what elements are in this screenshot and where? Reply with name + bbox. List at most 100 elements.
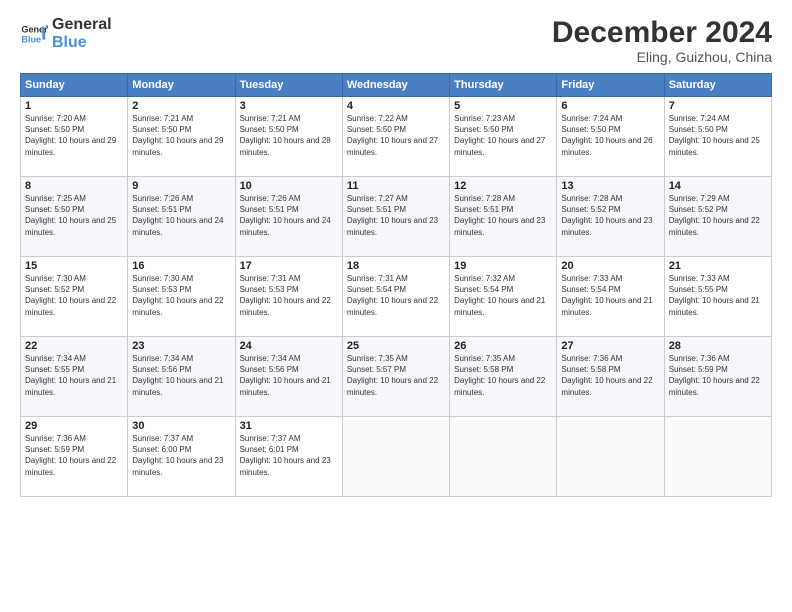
day-number: 3 [240,100,338,112]
day-detail: Sunrise: 7:36 AMSunset: 5:59 PMDaylight:… [669,353,767,398]
day-number: 19 [454,260,552,272]
day-number: 7 [669,100,767,112]
day-detail: Sunrise: 7:24 AMSunset: 5:50 PMDaylight:… [561,113,659,158]
calendar-cell: 4Sunrise: 7:22 AMSunset: 5:50 PMDaylight… [342,97,449,177]
calendar-cell: 13Sunrise: 7:28 AMSunset: 5:52 PMDayligh… [557,177,664,257]
page: General Blue General Blue December 2024 … [0,0,792,612]
day-detail: Sunrise: 7:31 AMSunset: 5:54 PMDaylight:… [347,273,445,318]
calendar-cell: 23Sunrise: 7:34 AMSunset: 5:56 PMDayligh… [128,337,235,417]
calendar-cell: 31Sunrise: 7:37 AMSunset: 6:01 PMDayligh… [235,417,342,497]
calendar-cell [664,417,771,497]
day-number: 2 [132,100,230,112]
day-detail: Sunrise: 7:36 AMSunset: 5:58 PMDaylight:… [561,353,659,398]
day-detail: Sunrise: 7:30 AMSunset: 5:53 PMDaylight:… [132,273,230,318]
day-detail: Sunrise: 7:25 AMSunset: 5:50 PMDaylight:… [25,193,123,238]
calendar-cell: 10Sunrise: 7:26 AMSunset: 5:51 PMDayligh… [235,177,342,257]
day-number: 30 [132,420,230,432]
day-number: 8 [25,180,123,192]
day-detail: Sunrise: 7:27 AMSunset: 5:51 PMDaylight:… [347,193,445,238]
day-number: 4 [347,100,445,112]
calendar-cell: 16Sunrise: 7:30 AMSunset: 5:53 PMDayligh… [128,257,235,337]
day-detail: Sunrise: 7:21 AMSunset: 5:50 PMDaylight:… [132,113,230,158]
day-number: 27 [561,340,659,352]
day-number: 13 [561,180,659,192]
calendar-cell: 22Sunrise: 7:34 AMSunset: 5:55 PMDayligh… [21,337,128,417]
day-detail: Sunrise: 7:31 AMSunset: 5:53 PMDaylight:… [240,273,338,318]
calendar-cell: 29Sunrise: 7:36 AMSunset: 5:59 PMDayligh… [21,417,128,497]
calendar-cell: 14Sunrise: 7:29 AMSunset: 5:52 PMDayligh… [664,177,771,257]
calendar-cell: 27Sunrise: 7:36 AMSunset: 5:58 PMDayligh… [557,337,664,417]
day-number: 10 [240,180,338,192]
day-number: 1 [25,100,123,112]
day-number: 14 [669,180,767,192]
day-detail: Sunrise: 7:23 AMSunset: 5:50 PMDaylight:… [454,113,552,158]
day-detail: Sunrise: 7:36 AMSunset: 5:59 PMDaylight:… [25,433,123,478]
calendar-cell: 1Sunrise: 7:20 AMSunset: 5:50 PMDaylight… [21,97,128,177]
month-title: December 2024 [552,16,772,49]
calendar-cell: 19Sunrise: 7:32 AMSunset: 5:54 PMDayligh… [450,257,557,337]
day-detail: Sunrise: 7:32 AMSunset: 5:54 PMDaylight:… [454,273,552,318]
calendar-cell: 8Sunrise: 7:25 AMSunset: 5:50 PMDaylight… [21,177,128,257]
calendar-cell: 26Sunrise: 7:35 AMSunset: 5:58 PMDayligh… [450,337,557,417]
day-number: 29 [25,420,123,432]
calendar-table: SundayMondayTuesdayWednesdayThursdayFrid… [20,73,772,497]
day-detail: Sunrise: 7:24 AMSunset: 5:50 PMDaylight:… [669,113,767,158]
day-number: 18 [347,260,445,272]
weekday-header: Sunday [21,74,128,97]
day-detail: Sunrise: 7:37 AMSunset: 6:00 PMDaylight:… [132,433,230,478]
calendar-cell: 21Sunrise: 7:33 AMSunset: 5:55 PMDayligh… [664,257,771,337]
day-detail: Sunrise: 7:33 AMSunset: 5:55 PMDaylight:… [669,273,767,318]
logo-general: General [52,16,112,34]
day-detail: Sunrise: 7:34 AMSunset: 5:55 PMDaylight:… [25,353,123,398]
day-detail: Sunrise: 7:28 AMSunset: 5:52 PMDaylight:… [561,193,659,238]
day-detail: Sunrise: 7:22 AMSunset: 5:50 PMDaylight:… [347,113,445,158]
calendar-cell [342,417,449,497]
day-detail: Sunrise: 7:34 AMSunset: 5:56 PMDaylight:… [132,353,230,398]
logo-icon: General Blue [20,20,48,48]
day-number: 28 [669,340,767,352]
weekday-header: Monday [128,74,235,97]
calendar-cell: 9Sunrise: 7:26 AMSunset: 5:51 PMDaylight… [128,177,235,257]
day-number: 15 [25,260,123,272]
day-number: 25 [347,340,445,352]
calendar-cell: 11Sunrise: 7:27 AMSunset: 5:51 PMDayligh… [342,177,449,257]
day-number: 16 [132,260,230,272]
svg-text:Blue: Blue [21,34,41,44]
day-number: 12 [454,180,552,192]
day-number: 26 [454,340,552,352]
calendar-cell: 20Sunrise: 7:33 AMSunset: 5:54 PMDayligh… [557,257,664,337]
day-detail: Sunrise: 7:37 AMSunset: 6:01 PMDaylight:… [240,433,338,478]
calendar-cell: 30Sunrise: 7:37 AMSunset: 6:00 PMDayligh… [128,417,235,497]
day-number: 6 [561,100,659,112]
logo: General Blue General Blue [20,16,112,51]
day-number: 24 [240,340,338,352]
day-number: 9 [132,180,230,192]
calendar-cell: 2Sunrise: 7:21 AMSunset: 5:50 PMDaylight… [128,97,235,177]
day-detail: Sunrise: 7:30 AMSunset: 5:52 PMDaylight:… [25,273,123,318]
day-number: 22 [25,340,123,352]
calendar-week-row: 15Sunrise: 7:30 AMSunset: 5:52 PMDayligh… [21,257,772,337]
logo-blue: Blue [52,34,112,52]
day-number: 23 [132,340,230,352]
calendar-cell [450,417,557,497]
calendar-week-row: 22Sunrise: 7:34 AMSunset: 5:55 PMDayligh… [21,337,772,417]
day-number: 11 [347,180,445,192]
calendar-cell: 3Sunrise: 7:21 AMSunset: 5:50 PMDaylight… [235,97,342,177]
calendar-header-row: SundayMondayTuesdayWednesdayThursdayFrid… [21,74,772,97]
day-detail: Sunrise: 7:34 AMSunset: 5:56 PMDaylight:… [240,353,338,398]
header: General Blue General Blue December 2024 … [20,16,772,65]
calendar-cell: 15Sunrise: 7:30 AMSunset: 5:52 PMDayligh… [21,257,128,337]
calendar-cell: 18Sunrise: 7:31 AMSunset: 5:54 PMDayligh… [342,257,449,337]
calendar-week-row: 8Sunrise: 7:25 AMSunset: 5:50 PMDaylight… [21,177,772,257]
day-detail: Sunrise: 7:26 AMSunset: 5:51 PMDaylight:… [132,193,230,238]
day-number: 31 [240,420,338,432]
day-detail: Sunrise: 7:28 AMSunset: 5:51 PMDaylight:… [454,193,552,238]
day-detail: Sunrise: 7:29 AMSunset: 5:52 PMDaylight:… [669,193,767,238]
weekday-header: Thursday [450,74,557,97]
day-number: 5 [454,100,552,112]
day-number: 20 [561,260,659,272]
weekday-header: Friday [557,74,664,97]
title-block: December 2024 Eling, Guizhou, China [552,16,772,65]
calendar-cell: 5Sunrise: 7:23 AMSunset: 5:50 PMDaylight… [450,97,557,177]
weekday-header: Saturday [664,74,771,97]
